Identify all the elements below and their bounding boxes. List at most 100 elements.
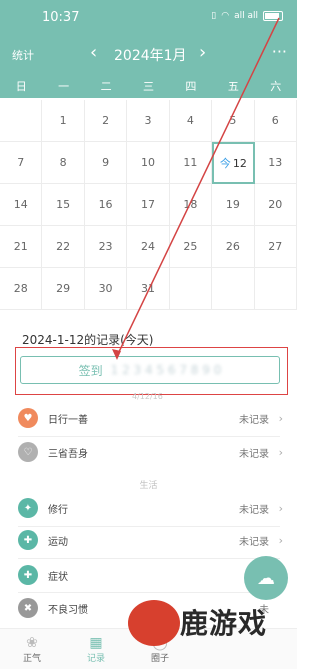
run-icon: ✚	[18, 530, 38, 550]
day-number: 26	[225, 240, 240, 253]
calendar-day[interactable]: 24	[127, 226, 170, 268]
tab-zhengqi[interactable]: ❀ 正气	[0, 629, 64, 669]
sign-in-button[interactable]: 签到 1 2 3 4 5 6 7 8 9 0	[20, 356, 280, 384]
calendar-empty-cell	[0, 100, 43, 142]
tab-label: 正气	[22, 653, 41, 664]
tab-records[interactable]: ▦ 记录	[64, 629, 128, 669]
day-number: 23	[98, 240, 113, 253]
status-icons: ▯ ◠ all all	[211, 11, 283, 21]
calendar-empty-cell	[212, 268, 255, 310]
chevron-right-icon: ›	[278, 445, 283, 459]
calendar-day[interactable]: 22	[42, 226, 85, 268]
day-number: 5	[229, 114, 237, 127]
calendar-day[interactable]: 19	[212, 184, 255, 226]
item-label: 运动	[48, 536, 68, 548]
day-number: 9	[102, 156, 110, 169]
stats-button[interactable]: 统计	[12, 47, 34, 63]
weekday-label: 四	[185, 80, 197, 93]
calendar-day[interactable]: 7	[0, 142, 43, 184]
status-time: 10:37	[42, 10, 80, 25]
record-item-exercise[interactable]: ✚ 运动 未记录 ›	[0, 526, 297, 554]
calendar-day[interactable]: 13	[254, 142, 297, 184]
calendar-day[interactable]: 6	[254, 100, 297, 142]
tab-label: 圈子	[150, 653, 169, 664]
day-number: 31	[140, 282, 155, 295]
divider	[18, 592, 280, 593]
weekday-label: 二	[100, 80, 112, 93]
record-item-reflection[interactable]: ♡ 三省吾身 未记录 ›	[0, 438, 297, 466]
day-number: 15	[56, 198, 71, 211]
calendar-day[interactable]: 21	[0, 226, 43, 268]
item-label: 不良习惯	[48, 604, 88, 616]
more-button[interactable]: ···	[272, 42, 287, 61]
calendar-day[interactable]: 10	[127, 142, 170, 184]
calendar-day[interactable]: 16	[84, 184, 128, 226]
divider	[18, 436, 280, 437]
calendar-day[interactable]: 4	[169, 100, 213, 142]
item-value: 未记录	[239, 536, 269, 548]
day-number: 12	[232, 156, 247, 170]
meditation-icon: ✦	[18, 498, 38, 518]
calendar-day[interactable]: 5	[212, 100, 255, 142]
heart-outline-icon: ♡	[18, 442, 38, 462]
thumbs-down-icon: ✖	[18, 598, 38, 618]
item-label: 三省吾身	[48, 448, 88, 460]
calendar-day[interactable]: 15	[42, 184, 85, 226]
item-value: 未记录	[239, 448, 269, 460]
deer-logo-icon	[128, 600, 180, 646]
divider	[18, 558, 280, 559]
calendar-day[interactable]: 28	[0, 268, 43, 310]
month-title[interactable]: 2024年1月	[114, 45, 187, 65]
calendar-day[interactable]: 8	[42, 142, 85, 184]
today-tag: 今	[219, 157, 231, 170]
calendar-day[interactable]: 29	[42, 268, 85, 310]
day-number: 21	[13, 240, 28, 253]
chevron-right-icon: ›	[278, 501, 283, 515]
sign-sub-text: 4/12/16	[132, 392, 163, 401]
day-number: 4	[186, 114, 194, 127]
calendar-day[interactable]: 11	[169, 142, 213, 184]
weekday-label: 日	[15, 80, 27, 93]
watermark-text: 鹿游戏	[180, 607, 268, 640]
calendar-day[interactable]: 27	[254, 226, 297, 268]
day-number: 24	[140, 240, 155, 253]
record-item-good-deed[interactable]: ♥ 日行一善 未记录 ›	[0, 404, 297, 432]
sign-in-label: 签到	[78, 363, 103, 378]
calendar-day[interactable]: 17	[127, 184, 170, 226]
day-number: 17	[140, 198, 155, 211]
calendar-day[interactable]: 9	[84, 142, 128, 184]
calendar-day[interactable]: 20	[254, 184, 297, 226]
day-number: 30	[98, 282, 113, 295]
day-number: 10	[140, 156, 155, 169]
calendar-day[interactable]: 14	[0, 184, 43, 226]
cloud-sync-button[interactable]: ☁	[244, 556, 288, 600]
item-label: 日行一善	[48, 414, 88, 426]
calendar-day[interactable]: 2	[84, 100, 128, 142]
calendar-day[interactable]: 3	[127, 100, 170, 142]
day-number: 18	[183, 198, 198, 211]
calendar-day[interactable]: 23	[84, 226, 128, 268]
calendar-day[interactable]: 18	[169, 184, 213, 226]
calendar-icon: ▦	[89, 634, 103, 651]
calendar-day[interactable]: 25	[169, 226, 213, 268]
item-label: 症状	[48, 571, 68, 583]
day-number: 27	[268, 240, 283, 253]
record-item-practice[interactable]: ✦ 修行 未记录 ›	[0, 494, 297, 522]
cloud-icon: ☁	[257, 567, 275, 589]
day-number: 25	[183, 240, 198, 253]
calendar-day[interactable]: 26	[212, 226, 255, 268]
sign-in-blurred-text: 1 2 3 4 5 6 7 8 9 0	[110, 363, 222, 377]
calendar-day-today[interactable]: 今 12	[212, 142, 255, 184]
calendar-day[interactable]: 1	[42, 100, 85, 142]
calendar-empty-cell	[169, 268, 213, 310]
next-month-button[interactable]: ›	[199, 42, 206, 63]
day-number: 7	[17, 156, 25, 169]
day-number: 8	[59, 156, 67, 169]
calendar-day[interactable]: 31	[127, 268, 170, 310]
weekday-label: 一	[58, 80, 70, 93]
calendar-grid: 1 2 3 4 5 6 7 8 9 10 11 今 12 13 14 15 16 17 18 19 20 21 22 23 24…	[0, 100, 297, 310]
signal-icon: all all	[234, 11, 258, 21]
chevron-right-icon: ›	[278, 533, 283, 547]
prev-month-button[interactable]: ‹	[90, 42, 97, 63]
calendar-day[interactable]: 30	[84, 268, 128, 310]
